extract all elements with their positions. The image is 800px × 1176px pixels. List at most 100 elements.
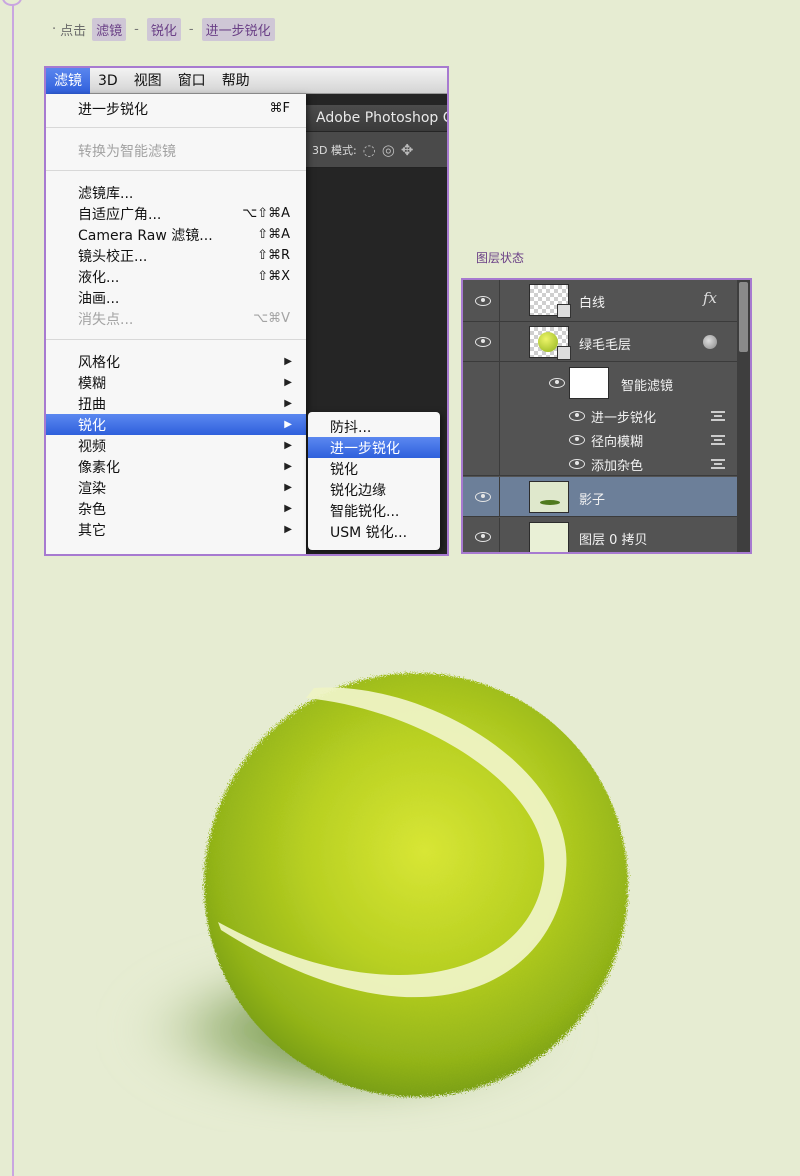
layer-name: 绿毛毛层 <box>579 338 632 353</box>
filter-name: 径向模糊 <box>591 435 644 450</box>
layers-panel: 白线 fx 绿毛毛层 智能滤镜 进一步锐化 径向模糊 添加杂色 影子 图层 0 … <box>461 278 752 554</box>
submenu-arrow-icon: ▶ <box>284 419 292 430</box>
menu-help[interactable]: 帮助 <box>214 68 258 94</box>
submenu-arrow-icon: ▶ <box>284 503 292 514</box>
filter-menu-screenshot: 滤镜 3D 视图 窗口 帮助 Adobe Photoshop C 3D 模式: … <box>44 66 449 556</box>
submenu-item-sharpen-more[interactable]: 进一步锐化 <box>308 437 440 458</box>
filter-row-radial-blur[interactable]: 径向模糊 <box>463 428 739 452</box>
menu-item-stylize[interactable]: 风格化 ▶ <box>46 351 306 372</box>
menu-item-camera-raw[interactable]: Camera Raw 滤镜... ⇧⌘A <box>46 224 306 245</box>
path-tag-sharpen: 锐化 <box>146 17 181 41</box>
menu-item-label: 渲染 <box>78 480 106 497</box>
menu-item-label: 转换为智能滤镜 <box>78 143 176 160</box>
filter-mask-thumbnail <box>569 367 609 399</box>
menu-item-label: 杂色 <box>78 501 106 518</box>
ball-body <box>204 673 628 1097</box>
menu-item-pixelate[interactable]: 像素化 ▶ <box>46 456 306 477</box>
menu-item-label: 镜头校正... <box>78 248 148 265</box>
scrollbar-thumb[interactable] <box>739 282 748 352</box>
menu-view[interactable]: 视图 <box>126 68 170 94</box>
submenu-arrow-icon: ▶ <box>284 524 292 535</box>
menu-3d[interactable]: 3D <box>90 68 126 94</box>
layer-thumbnail <box>529 522 569 552</box>
filter-name: 进一步锐化 <box>591 411 657 426</box>
timeline-dot <box>2 0 22 6</box>
menu-item-noise[interactable]: 杂色 ▶ <box>46 498 306 519</box>
layers-scrollbar[interactable] <box>737 280 750 552</box>
shadow-thumb <box>540 500 560 505</box>
ball-thumb <box>538 332 558 352</box>
menu-item-shortcut: ⇧⌘A <box>257 227 290 242</box>
layer-row-green-fuzz[interactable]: 绿毛毛层 <box>463 322 739 362</box>
smart-object-icon <box>557 304 571 318</box>
menu-item-convert-smart-filter[interactable]: 转换为智能滤镜 <box>46 140 306 161</box>
menu-item-oil-paint[interactable]: 油画... <box>46 287 306 308</box>
layer-row-layer0-copy[interactable]: 图层 0 拷贝 <box>463 518 739 552</box>
menu-item-distort[interactable]: 扭曲 ▶ <box>46 393 306 414</box>
visibility-eye-icon[interactable] <box>475 492 491 502</box>
menu-item-label: 视频 <box>78 438 106 455</box>
menu-item-vanishing-point[interactable]: 消失点... ⌥⌘V <box>46 308 306 329</box>
menu-item-sharpen[interactable]: 锐化 ▶ <box>46 414 306 435</box>
menu-item-video[interactable]: 视频 ▶ <box>46 435 306 456</box>
menu-item-lens-correction[interactable]: 镜头校正... ⇧⌘R <box>46 245 306 266</box>
fx-icon[interactable]: fx <box>703 289 717 307</box>
menu-item-blur[interactable]: 模糊 ▶ <box>46 372 306 393</box>
instruction-prefix: 点击 <box>60 23 87 39</box>
layer-name: 智能滤镜 <box>621 379 674 394</box>
visibility-eye-icon[interactable] <box>475 337 491 347</box>
smart-filter-mask-icon[interactable] <box>703 335 717 349</box>
layer-row-white-line[interactable]: 白线 fx <box>463 280 739 322</box>
menu-item-filter-gallery[interactable]: 滤镜库... <box>46 182 306 203</box>
menu-item-label: 模糊 <box>78 375 106 392</box>
orbit-icon[interactable]: ◌ <box>363 141 376 159</box>
roll-icon[interactable]: ◎ <box>382 141 395 159</box>
menu-item-adaptive-wide-angle[interactable]: 自适应广角... ⌥⇧⌘A <box>46 203 306 224</box>
visibility-eye-icon[interactable] <box>549 378 565 388</box>
submenu-arrow-icon: ▶ <box>284 482 292 493</box>
visibility-eye-icon[interactable] <box>569 459 585 469</box>
submenu-arrow-icon: ▶ <box>284 398 292 409</box>
tennis-ball-illustration <box>96 640 716 1140</box>
submenu-item-sharpen-edges[interactable]: 锐化边缘 <box>308 479 440 500</box>
filter-row-sharpen-more[interactable]: 进一步锐化 <box>463 404 739 428</box>
menu-filter[interactable]: 滤镜 <box>46 68 90 94</box>
menu-item-render[interactable]: 渲染 ▶ <box>46 477 306 498</box>
path-tag-filter: 滤镜 <box>92 17 127 41</box>
menu-item-label: Camera Raw 滤镜... <box>78 227 213 244</box>
menu-item-label: 滤镜库... <box>78 185 134 202</box>
layer-row-shadow[interactable]: 影子 <box>463 477 739 517</box>
instruction-line: · 点击 滤镜 - 锐化 - 进一步锐化 <box>52 17 277 41</box>
submenu-arrow-icon: ▶ <box>284 356 292 367</box>
menu-item-other[interactable]: 其它 ▶ <box>46 519 306 540</box>
layer-name: 影子 <box>579 493 606 508</box>
submenu-item-smart-sharpen[interactable]: 智能锐化... <box>308 500 440 521</box>
filter-name: 添加杂色 <box>591 459 644 474</box>
menu-item-liquify[interactable]: 液化... ⇧⌘X <box>46 266 306 287</box>
visibility-eye-icon[interactable] <box>475 532 491 542</box>
filter-dropdown: 进一步锐化 ⌘F 转换为智能滤镜 滤镜库... 自适应广角... ⌥⇧⌘A Ca… <box>46 94 306 554</box>
menu-window[interactable]: 窗口 <box>170 68 214 94</box>
menu-item-label: 扭曲 <box>78 396 106 413</box>
filter-options-icon[interactable] <box>711 459 725 469</box>
filter-options-icon[interactable] <box>711 411 725 421</box>
layer-row-smart-filters[interactable]: 智能滤镜 <box>463 362 739 404</box>
layer-name: 白线 <box>579 296 606 311</box>
visibility-eye-icon[interactable] <box>569 411 585 421</box>
visibility-eye-icon[interactable] <box>475 296 491 306</box>
submenu-item-unsharp-mask[interactable]: USM 锐化... <box>308 521 440 542</box>
menu-item-label: 锐化 <box>78 417 106 434</box>
filter-row-add-noise[interactable]: 添加杂色 <box>463 452 739 476</box>
path-separator: - <box>134 21 139 37</box>
submenu-arrow-icon: ▶ <box>284 377 292 388</box>
menu-item-shortcut: ⌘F <box>269 101 290 116</box>
filter-options-icon[interactable] <box>711 435 725 445</box>
menu-item-sharpen-more[interactable]: 进一步锐化 ⌘F <box>46 98 306 119</box>
layer-thumbnail <box>529 326 571 360</box>
menu-item-shortcut: ⌥⇧⌘A <box>242 206 290 221</box>
menu-item-label: 像素化 <box>78 459 120 476</box>
submenu-item-shake-reduction[interactable]: 防抖... <box>308 416 440 437</box>
visibility-eye-icon[interactable] <box>569 435 585 445</box>
pan-icon[interactable]: ✥ <box>401 141 414 159</box>
submenu-item-sharpen[interactable]: 锐化 <box>308 458 440 479</box>
